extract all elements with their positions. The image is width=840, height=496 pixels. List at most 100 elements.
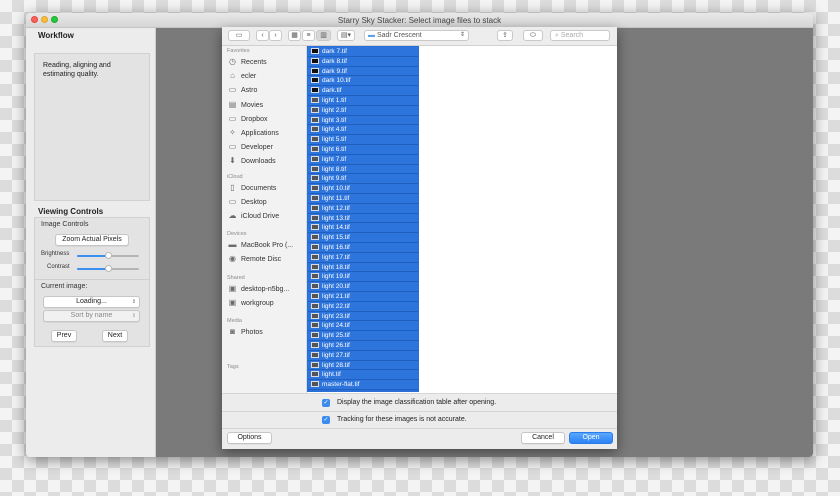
file-list-item[interactable]: light 7.tif — [308, 154, 418, 165]
file-list-item[interactable]: light 21.tif — [308, 292, 418, 302]
location-popup[interactable]: ▬ Sadr Crescent ⇕ — [364, 30, 469, 41]
sidebar-item-label: Developer — [241, 144, 273, 152]
file-name: dark 10.tif — [322, 77, 351, 85]
file-list-item[interactable]: light 27.tif — [308, 350, 418, 361]
file-list-item[interactable]: dark 8.tif — [308, 56, 418, 67]
tif-file-icon — [311, 204, 319, 211]
folder-icon: ▭ — [228, 113, 237, 123]
file-list-item[interactable]: light 17.tif — [308, 252, 418, 263]
forward-arrow-icon[interactable]: › — [269, 30, 282, 41]
sidebar-item-devices[interactable]: ▬ MacBook Pro (... — [227, 239, 305, 251]
sidebar-section-header: Shared — [227, 275, 245, 281]
sidebar-item-favorites[interactable]: ⌂ ecler — [227, 70, 305, 82]
file-list-item[interactable]: light 26.tif — [308, 341, 418, 351]
sidebar-item-favorites[interactable]: ▤ Movies — [227, 99, 305, 111]
file-list-item[interactable]: light 10.tif — [308, 184, 418, 194]
file-list-item[interactable]: light 15.tif — [308, 233, 418, 243]
file-list-item[interactable]: dark.tif — [308, 86, 418, 96]
file-list-item[interactable]: light 19.tif — [308, 272, 418, 283]
file-list-item[interactable]: light 8.tif — [308, 164, 418, 175]
file-list-item[interactable]: light 6.tif — [308, 145, 418, 155]
sidebar-item-label: Astro — [241, 87, 258, 95]
sidebar-item-label: Documents — [241, 185, 277, 192]
sidebar-item-favorites[interactable]: ▭ Dropbox — [227, 113, 305, 125]
sidebar-item-icloud[interactable]: ☁ iCloud Drive — [227, 210, 305, 222]
desktop-icon: ▭ — [228, 197, 237, 207]
tif-file-icon — [311, 381, 319, 388]
file-name: dark.tif — [322, 87, 342, 95]
tag-icon[interactable]: ⬭ — [523, 30, 543, 41]
file-name: light 5.tif — [322, 136, 347, 144]
gallery-view-icon[interactable]: ▤▾ — [337, 30, 355, 41]
share-icon[interactable]: ⇪ — [497, 30, 513, 41]
file-list-item[interactable]: master-flat.tif — [308, 380, 418, 390]
sort-select[interactable]: Sort by name ⇕ — [43, 310, 140, 322]
sidebar-item-shared[interactable]: ▣ workgroup — [227, 297, 305, 309]
brightness-label: Brightness — [41, 251, 70, 257]
file-list-item[interactable]: light 12.tif — [308, 203, 418, 214]
file-list-item[interactable]: dark 10.tif — [308, 76, 418, 87]
search-field[interactable]: ⌕ Search — [550, 30, 610, 41]
folder-icon: ▭ — [228, 85, 237, 95]
file-list-item[interactable]: light 25.tif — [308, 331, 418, 341]
file-list-item[interactable]: light 24.tif — [308, 321, 418, 332]
options-button[interactable]: Options — [227, 432, 272, 444]
sidebar-item-icloud[interactable]: ▭ Desktop — [227, 196, 305, 208]
file-list-item[interactable]: light 4.tif — [308, 125, 418, 136]
file-name: light 1.tif — [322, 97, 347, 104]
option-checkbox-classification[interactable]: ✓ — [322, 399, 330, 407]
file-list-item[interactable]: dark 7.tif — [308, 47, 418, 57]
tif-file-icon — [311, 146, 319, 152]
sidebar-item-favorites[interactable]: ⬇ Downloads — [227, 155, 305, 167]
file-list-item[interactable]: light 18.tif — [308, 262, 418, 273]
chevron-updown-icon: ⇕ — [459, 32, 465, 38]
contrast-slider[interactable] — [77, 265, 139, 272]
sidebar-item-favorites[interactable]: ✧ Applications — [227, 127, 305, 139]
file-list-item[interactable]: dark 9.tif — [308, 66, 418, 77]
file-name: light 8.tif — [322, 165, 347, 173]
sidebar-toggle-icon[interactable]: ▭ — [228, 30, 250, 41]
file-list-item[interactable]: light 3.tif — [308, 115, 418, 126]
sidebar-item-favorites[interactable]: ◷ Recents — [227, 56, 305, 68]
file-list-item[interactable]: light 5.tif — [308, 135, 418, 145]
open-button[interactable]: Open — [569, 432, 613, 444]
zoom-actual-pixels-button[interactable]: Zoom Actual Pixels — [55, 234, 129, 246]
file-list-item[interactable]: light 13.tif — [308, 213, 418, 224]
sidebar-item-media[interactable]: ◙ Photos — [227, 326, 305, 338]
file-list-item[interactable]: light 22.tif — [308, 301, 418, 312]
prev-button[interactable]: Prev — [51, 330, 77, 342]
title-bar: Starry Sky Stacker: Select image files t… — [26, 13, 813, 28]
file-list-item[interactable]: light 20.tif — [308, 282, 418, 292]
file-list-item[interactable]: light 1.tif — [308, 96, 418, 106]
contrast-slider-knob[interactable] — [104, 265, 112, 272]
file-list-item[interactable]: light 23.tif — [308, 311, 418, 322]
column-view-icon[interactable]: ▥ — [316, 30, 331, 41]
cloud-icon: ☁ — [228, 211, 237, 221]
brightness-slider[interactable] — [77, 252, 139, 259]
sidebar-section-header: Favorites — [227, 48, 250, 54]
list-view-icon[interactable]: ≡ — [302, 30, 315, 41]
file-list-item[interactable]: light 9.tif — [308, 174, 418, 185]
sidebar-item-shared[interactable]: ▣ desktop-n5bg... — [227, 283, 305, 295]
file-list-item[interactable]: light 28.tif — [308, 360, 418, 371]
sidebar-item-devices[interactable]: ◉ Remote Disc — [227, 253, 305, 265]
option-checkbox-tracking[interactable]: ✓ — [322, 416, 330, 424]
file-list-item[interactable]: light 2.tif — [308, 105, 418, 116]
icon-view-icon[interactable]: ▦ — [288, 30, 301, 41]
file-list-item[interactable]: light 11.tif — [308, 194, 418, 204]
sidebar-item-favorites[interactable]: ▭ Astro — [227, 84, 305, 96]
sidebar-item-favorites[interactable]: ▭ Developer — [227, 141, 305, 153]
current-image-select[interactable]: Loading... ⇕ — [43, 296, 140, 308]
file-name: light 16.tif — [322, 244, 350, 251]
file-list-item[interactable]: light.tif — [308, 370, 418, 381]
brightness-slider-knob[interactable] — [104, 252, 112, 259]
file-list-item[interactable]: light 16.tif — [308, 243, 418, 253]
cancel-button[interactable]: Cancel — [521, 432, 565, 444]
back-arrow-icon[interactable]: ‹ — [256, 30, 269, 41]
dialog-toolbar: ▭ ‹ › ▦ ≡ ▥ ▤▾ ▬ Sadr Crescent ⇕ ⇪ ⬭ ⌕ S… — [222, 27, 617, 46]
sidebar-item-icloud[interactable]: ▯ Documents — [227, 182, 305, 194]
file-name: dark 7.tif — [322, 48, 347, 55]
file-list-item[interactable]: light 14.tif — [308, 223, 418, 234]
next-button[interactable]: Next — [102, 330, 128, 342]
contrast-slider-fill — [77, 268, 108, 270]
